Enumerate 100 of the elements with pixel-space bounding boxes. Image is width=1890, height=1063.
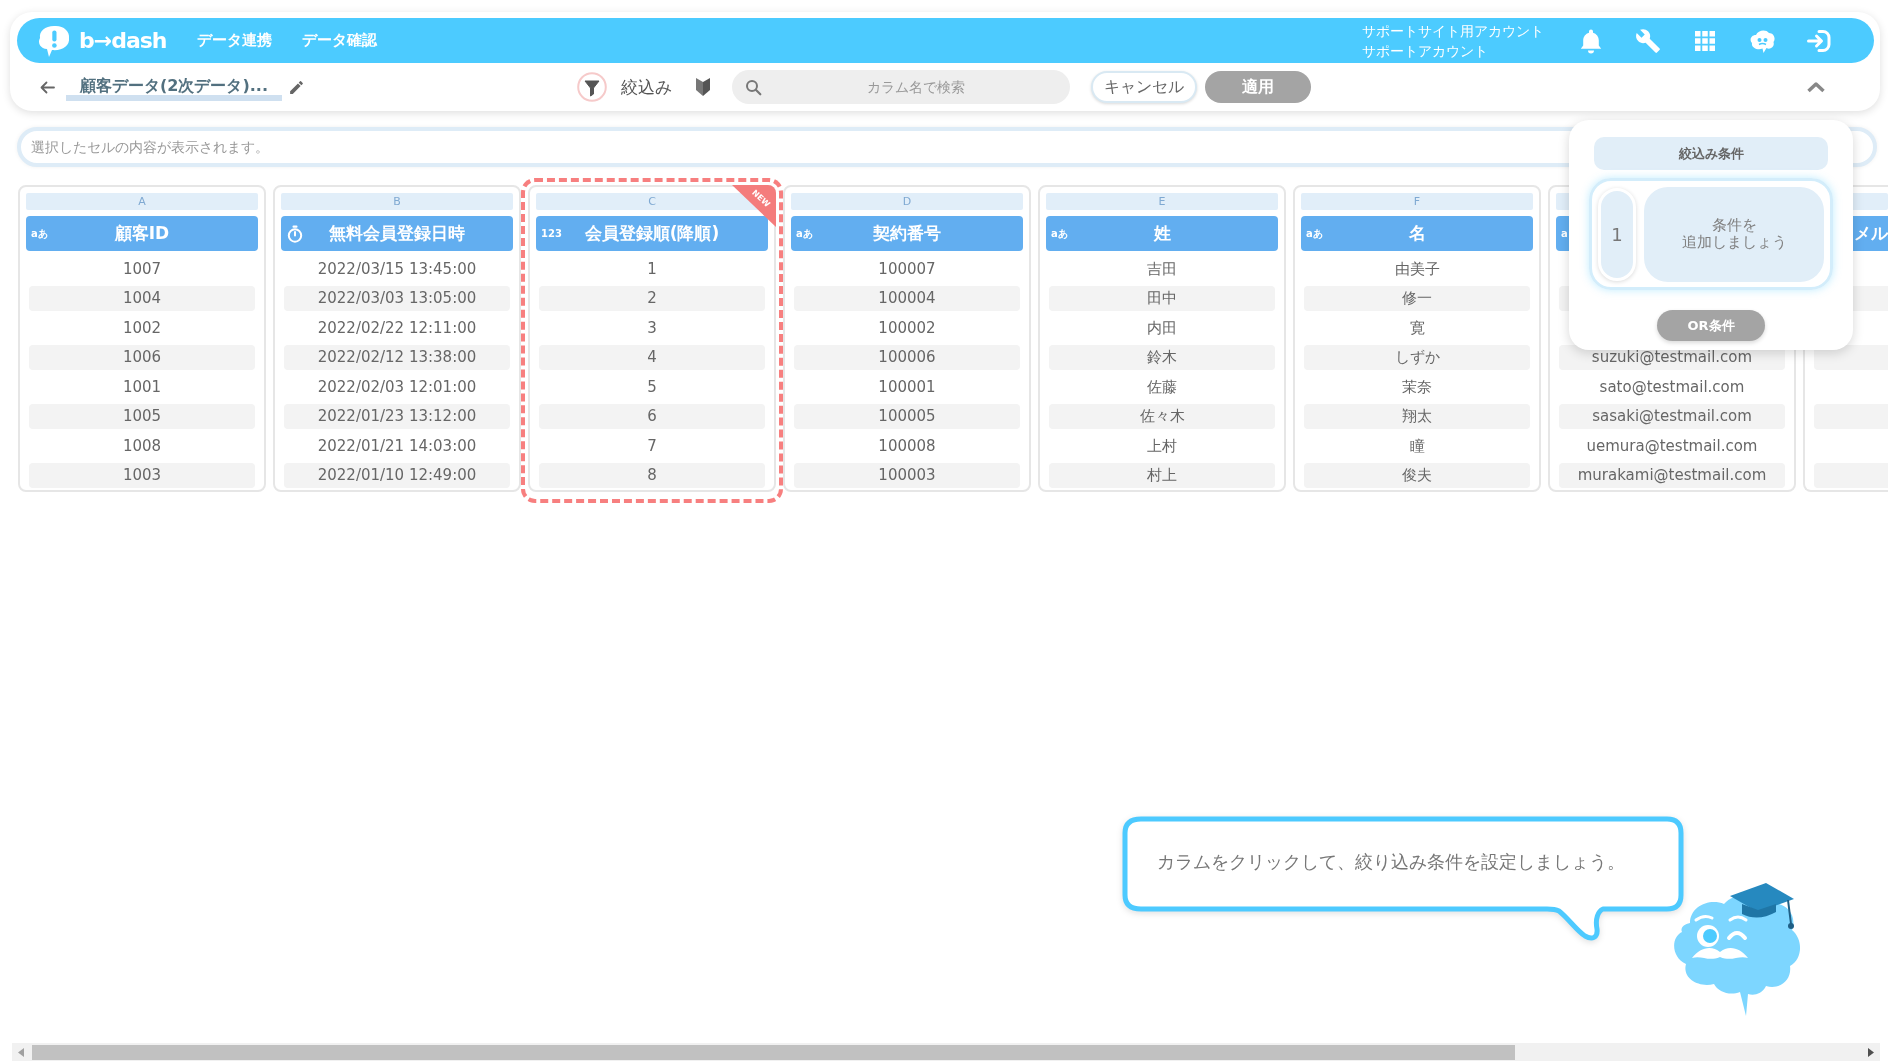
table-cell: 村上 <box>1049 463 1275 488</box>
column-header[interactable]: 無料会員登録日時 <box>281 216 513 251</box>
bell-icon[interactable] <box>1578 27 1604 54</box>
scrollbar-thumb[interactable] <box>32 1044 1515 1060</box>
table-cell-text: 2022/02/22 12:11:00 <box>316 317 478 339</box>
type-label: a <box>1561 228 1568 239</box>
table-cell: sasaki@testmail.com <box>1559 404 1785 429</box>
table-cell-text: 上村 <box>1146 435 1178 457</box>
beginner-mark-icon[interactable] <box>695 77 711 97</box>
table-cell-text: 2022/03/15 13:45:00 <box>316 258 478 280</box>
table-cell-text: 1008 <box>121 435 163 457</box>
column-letter: F <box>1301 193 1533 210</box>
table-cell: 翔太 <box>1304 404 1530 429</box>
table-cell-text: sato@testmail.com <box>1598 376 1746 398</box>
column-letter: D <box>791 193 1023 210</box>
table-cell: 100005 <box>794 404 1020 429</box>
table-cell-text: 1001 <box>121 376 163 398</box>
filter-icon[interactable] <box>577 72 607 102</box>
column-title: 姓 <box>1152 222 1172 245</box>
table-cell: 田中 <box>1049 286 1275 311</box>
table-cell: 4 <box>539 345 765 370</box>
column-title: メル <box>1854 222 1888 245</box>
table-cell: 8 <box>539 463 765 488</box>
column-letter: E <box>1046 193 1278 210</box>
condition-slot[interactable]: 条件を 追加しましょう <box>1644 186 1824 282</box>
table-cell-text: 100008 <box>877 435 937 457</box>
pencil-icon[interactable] <box>288 78 305 96</box>
nav-link[interactable]: データ確認 <box>301 31 377 50</box>
search-field[interactable]: カラム名で検索 <box>732 70 1070 104</box>
type-label: aあ <box>31 226 48 241</box>
table-cell-text: uemura@testmail.com <box>1585 435 1759 457</box>
table-cell: 2022/01/10 12:49:00 <box>284 463 510 488</box>
account-label: サポートアカウント <box>1362 41 1489 61</box>
search-icon <box>745 78 762 96</box>
scroll-left-icon[interactable] <box>18 1047 24 1057</box>
table-cell: murakami@testmail.com <box>1559 463 1785 488</box>
table-cell-text: 1007 <box>121 258 163 280</box>
column-letter: A <box>26 193 258 210</box>
table-cell: 1005 <box>29 404 255 429</box>
stopwatch-icon <box>286 224 304 243</box>
column-title: 顧客ID <box>113 222 171 245</box>
or-condition-button[interactable]: OR条件 <box>1657 310 1765 341</box>
table-cell-text: 吉田 <box>1146 258 1178 280</box>
logout-icon[interactable] <box>1806 27 1832 54</box>
column-title: 契約番号 <box>872 222 942 245</box>
table-cell: 6 <box>539 404 765 429</box>
filter-dialog-title: 絞込み条件 <box>1594 137 1828 170</box>
table-cell: 俊夫 <box>1304 463 1530 488</box>
table-cell-text: 7 <box>646 435 658 457</box>
table-cell: 修一 <box>1304 286 1530 311</box>
table-cell-text: 100002 <box>877 317 937 339</box>
table-cell: 1003 <box>29 463 255 488</box>
type-label: aあ <box>1306 226 1323 241</box>
table-cell: 100004 <box>794 286 1020 311</box>
type-label: 123 <box>541 228 562 239</box>
table-cell: 佐々木 <box>1049 404 1275 429</box>
table-cell: 2022/03/03 13:05:00 <box>284 286 510 311</box>
column-letter: B <box>281 193 513 210</box>
table-cell: 100003 <box>794 463 1020 488</box>
column-header[interactable]: aあ 契約番号 <box>791 216 1023 251</box>
table-cell-text: 1 <box>646 258 658 280</box>
type-label: aあ <box>1051 226 1068 241</box>
table-cell: 鈴木 <box>1049 345 1275 370</box>
column-header[interactable]: 123 会員登録順(降順) <box>536 216 768 251</box>
table-cell-text: 100007 <box>877 258 937 280</box>
table-cell-text: 寛 <box>1408 317 1426 339</box>
back-arrow-icon[interactable] <box>40 80 55 94</box>
table-cell-text: 佐藤 <box>1146 376 1178 398</box>
scroll-right-icon[interactable] <box>1868 1047 1874 1057</box>
condition-prompt: 追加しましょう <box>1681 234 1787 251</box>
filter-label: 絞込み <box>621 75 672 99</box>
column-title: 無料会員登録日時 <box>328 222 466 245</box>
horizontal-scrollbar[interactable] <box>12 1043 1880 1061</box>
table-cell-text: 3 <box>646 317 658 339</box>
table-cell-text: 由美子 <box>1393 258 1441 280</box>
table-cell: 2 <box>539 286 765 311</box>
condition-prompt: 条件を <box>1711 217 1757 234</box>
hint-text: カラムをクリックして、絞り込み条件を設定しましょう。 <box>1157 851 1625 873</box>
column-title: 名 <box>1407 222 1427 245</box>
table-cell-text: 内田 <box>1146 317 1178 339</box>
logo-text: b→dash <box>79 28 167 53</box>
table-cell-text: 1002 <box>121 317 163 339</box>
column-title: 会員登録順(降順) <box>583 222 721 245</box>
table-cell-text: 2022/02/03 12:01:00 <box>316 376 478 398</box>
account-label: サポートサイト用アカウント <box>1362 21 1544 41</box>
table-cell-text: 茉奈 <box>1401 376 1433 398</box>
toolbar-button[interactable]: キャンセル <box>1091 71 1197 103</box>
logo-icon[interactable] <box>36 23 72 58</box>
chevron-up-icon[interactable] <box>1806 81 1826 93</box>
wrench-icon[interactable] <box>1635 27 1661 54</box>
nav-link[interactable]: データ連携 <box>196 31 272 50</box>
table-cell: 2022/02/12 13:38:00 <box>284 345 510 370</box>
column-header[interactable]: aあ 姓 <box>1046 216 1278 251</box>
table-cell: 1006 <box>29 345 255 370</box>
table-cell-text: 100001 <box>877 376 937 398</box>
table-cell-text: 2022/01/21 14:03:00 <box>316 435 478 457</box>
column-header[interactable]: aあ 顧客ID <box>26 216 258 251</box>
table-cell-text: 5 <box>646 376 658 398</box>
column-header[interactable]: aあ 名 <box>1301 216 1533 251</box>
type-label: aあ <box>796 226 813 241</box>
